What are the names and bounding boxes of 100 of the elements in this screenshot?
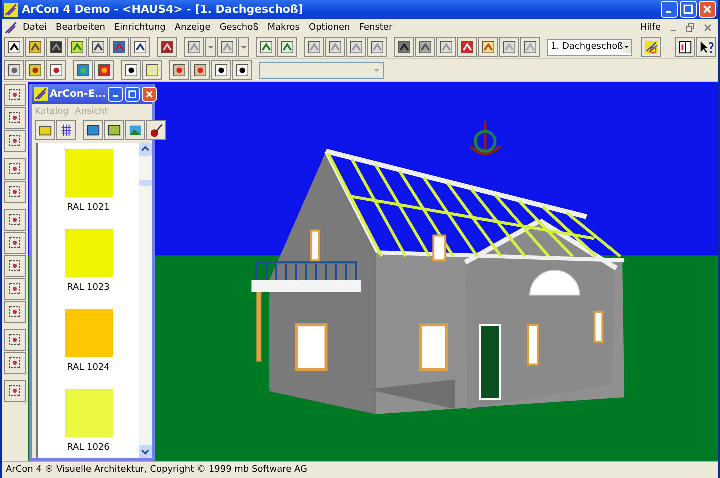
toolbar-button[interactable] [94, 60, 114, 80]
toolbar-button[interactable] [457, 37, 477, 57]
tool-button[interactable] [4, 232, 26, 254]
tool-button[interactable] [4, 209, 26, 231]
restore-icon[interactable] [686, 22, 696, 32]
toolbar-button[interactable] [169, 60, 189, 80]
close-button[interactable] [699, 1, 716, 18]
menu-item[interactable]: Optionen [304, 22, 354, 32]
document-logo-icon [4, 20, 18, 34]
tool-button[interactable] [4, 352, 26, 374]
toolbar-button[interactable] [46, 37, 66, 57]
minimize-button[interactable] [108, 86, 124, 102]
menu-item[interactable]: Bearbeiten [52, 22, 110, 32]
toolbar-button[interactable] [142, 60, 162, 80]
close-button[interactable] [142, 86, 158, 102]
maximize-icon [683, 4, 694, 15]
toolbar-button[interactable] [499, 37, 519, 57]
maximize-button[interactable] [125, 86, 140, 102]
toolbar-button[interactable] [25, 37, 45, 57]
tool-button[interactable] [4, 278, 26, 300]
toolbar-button[interactable] [367, 37, 387, 57]
toolbar-button[interactable] [83, 120, 103, 140]
toolbar-button[interactable] [88, 37, 108, 57]
tool-button[interactable] [4, 329, 26, 351]
toolbar-button[interactable] [346, 37, 366, 57]
toolbar-button[interactable] [109, 37, 129, 57]
help-button[interactable] [696, 37, 716, 57]
scroll-up-icon[interactable] [139, 143, 152, 156]
maximize-button[interactable] [680, 1, 697, 18]
floor-dropdown[interactable]: 1. Dachgeschoß [547, 38, 632, 56]
color-swatch-item[interactable]: RAL 1026 [64, 389, 112, 453]
menu-item[interactable]: Makros [264, 22, 304, 32]
menu-item[interactable]: Geschoß [216, 22, 263, 32]
menu-item[interactable]: Anzeige [170, 22, 215, 32]
logo-icon [644, 40, 658, 54]
toolbar-button[interactable] [46, 60, 66, 80]
tool-button[interactable] [4, 107, 26, 129]
toolbar-button[interactable] [325, 37, 345, 57]
paint-brush-icon [148, 122, 164, 138]
catalog-title: ArCon-E... [50, 88, 106, 100]
toolbar-button[interactable] [675, 37, 695, 57]
tool-button[interactable] [4, 84, 26, 106]
close-icon[interactable] [703, 22, 713, 32]
toolbar-button[interactable] [478, 37, 498, 57]
toolbar-button[interactable] [25, 60, 45, 80]
toolbar-button[interactable] [157, 37, 177, 57]
toolbar-button[interactable] [304, 37, 324, 57]
tool-button[interactable] [4, 158, 26, 180]
toolbar-button[interactable] [4, 37, 24, 57]
toolbar-button[interactable] [415, 37, 435, 57]
toolbar-button[interactable] [217, 37, 237, 57]
toolbar-button[interactable] [104, 120, 124, 140]
toolbar-button[interactable] [184, 37, 204, 57]
toolbar-button[interactable] [256, 37, 276, 57]
window-title: ArCon 4 Demo - <HAUS4> - [1. Dachgeschoß] [22, 3, 304, 16]
swatch-label: RAL 1026 [67, 443, 110, 453]
minimize-button[interactable] [661, 1, 678, 18]
toolbar-button[interactable] [146, 120, 166, 140]
menu-item[interactable]: Datei [19, 22, 52, 32]
menu-item[interactable]: Fenster [355, 22, 397, 32]
toolbar-button[interactable] [121, 60, 141, 80]
scroll-down-icon[interactable] [139, 445, 152, 458]
scroll-thumb[interactable] [139, 180, 152, 186]
scrollbar[interactable] [139, 143, 152, 458]
swatch-label: RAL 1024 [67, 363, 110, 373]
minimize-icon [113, 94, 120, 96]
app-logo-icon [34, 87, 48, 101]
toolbar-button[interactable] [35, 120, 55, 140]
toolbar-button[interactable] [211, 60, 231, 80]
swatch-label: RAL 1023 [67, 283, 110, 293]
help-pointer-icon [698, 40, 714, 54]
color-swatch-item[interactable]: RAL 1024 [64, 309, 112, 373]
app-logo-icon [4, 2, 18, 16]
status-text: ArCon 4 ® Visuelle Architektur, Copyright © 1999 mb Software AG [6, 465, 308, 475]
tool-button[interactable] [4, 301, 26, 323]
tool-button[interactable] [4, 130, 26, 152]
toolbar-button[interactable] [277, 37, 297, 57]
tool-button[interactable] [4, 181, 26, 203]
swatch-label: RAL 1021 [67, 203, 110, 213]
tool-button[interactable] [4, 380, 26, 402]
menu-item[interactable]: Einrichtung [110, 22, 170, 32]
color-swatch-item[interactable]: RAL 1023 [64, 229, 112, 293]
minimize-icon [666, 11, 672, 13]
toolbar-button[interactable] [520, 37, 540, 57]
toolbar-button[interactable] [130, 37, 150, 57]
toolbar-button[interactable] [190, 60, 210, 80]
toolbar-button[interactable] [436, 37, 456, 57]
close-icon [702, 4, 713, 15]
toolbar-button[interactable] [56, 120, 76, 140]
toolbar-button[interactable] [4, 60, 24, 80]
caret-icon [240, 46, 246, 48]
toolbar-button[interactable] [73, 60, 93, 80]
maximize-icon [128, 90, 138, 98]
toolbar-button[interactable] [232, 60, 252, 80]
close-icon [145, 90, 154, 98]
menu-item[interactable]: Hilfe [636, 22, 665, 32]
toolbar-button[interactable] [67, 37, 87, 57]
color-swatch-item[interactable]: RAL 1021 [64, 149, 112, 213]
toolbar-button[interactable] [394, 37, 414, 57]
tool-button[interactable] [4, 255, 26, 277]
